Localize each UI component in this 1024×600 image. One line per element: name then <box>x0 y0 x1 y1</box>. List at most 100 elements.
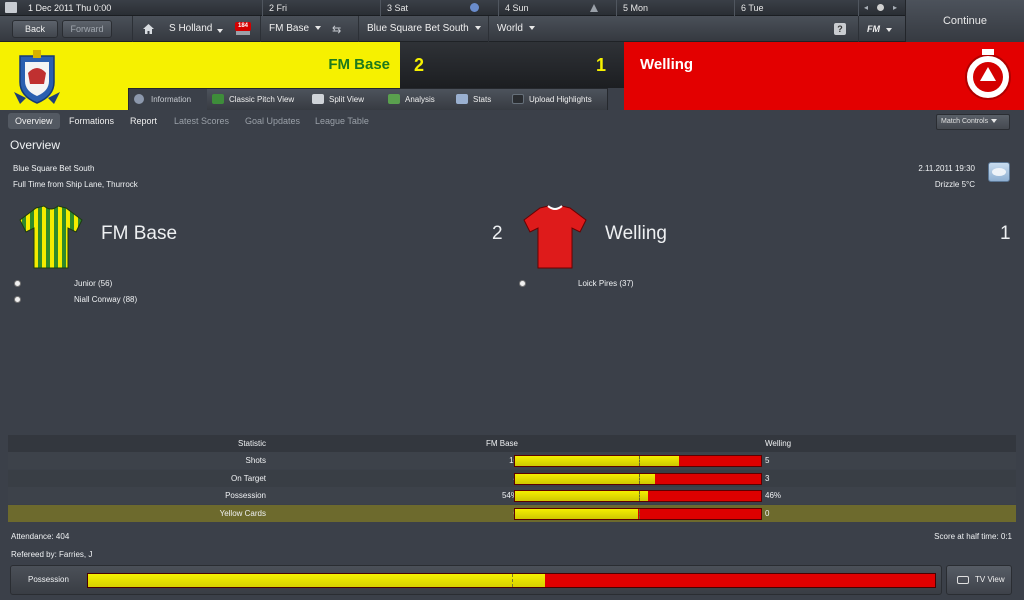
tab-goal-updates[interactable]: Goal Updates <box>238 113 307 129</box>
competition-label[interactable]: Blue Square Bet South <box>13 164 94 173</box>
match-controls-button[interactable]: Match Controls <box>936 114 1010 130</box>
overview-tabs: Overview Formations Report Latest Scores… <box>0 110 1024 132</box>
calendar-controls[interactable]: ◂ ▸ <box>858 0 905 16</box>
inbox-badge[interactable]: 184 <box>235 22 251 31</box>
back-button[interactable]: Back <box>12 20 58 38</box>
tab-report[interactable]: Report <box>123 113 164 129</box>
chevron-down-icon <box>474 26 481 31</box>
home-team-name[interactable]: FM Base <box>300 56 390 73</box>
tab-overview[interactable]: Overview <box>8 113 60 129</box>
referee-label[interactable]: Refereed by: Farries, J <box>11 550 92 559</box>
league-menu[interactable]: Blue Square Bet South <box>358 16 488 42</box>
prev-icon[interactable]: ◂ <box>864 3 868 12</box>
world-label[interactable]: World <box>497 23 523 34</box>
stat-bar-midline <box>639 491 640 501</box>
weather-icon <box>988 162 1010 182</box>
goal-ball-icon <box>14 296 21 303</box>
stat-away-value: 3 <box>765 474 770 483</box>
next-icon[interactable]: ▸ <box>893 3 897 12</box>
stats-header-label: Statistic <box>237 439 266 448</box>
away-team-name[interactable]: Welling <box>640 56 693 73</box>
stat-bar <box>514 508 762 520</box>
match-controls-label: Match Controls <box>941 118 989 125</box>
stat-label: Yellow Cards <box>219 509 266 518</box>
today-icon[interactable] <box>877 4 884 11</box>
home-scorer[interactable]: Niall Conway (88) <box>74 295 137 304</box>
tab-analysis[interactable]: Analysis <box>383 89 451 110</box>
tv-view-button[interactable]: TV View <box>946 565 1012 595</box>
away-team-title[interactable]: Welling <box>605 223 667 245</box>
calendar-day[interactable]: 4 Sun <box>498 0 616 16</box>
tab-label: Classic Pitch View <box>229 95 295 104</box>
away-crest-icon <box>964 47 1012 105</box>
club-name[interactable]: FM Base <box>269 23 309 34</box>
world-menu[interactable]: World <box>488 16 542 42</box>
stat-bar-home-fill <box>515 474 656 484</box>
swap-icon[interactable]: ⇆ <box>332 23 341 36</box>
home-team-title[interactable]: FM Base <box>101 223 177 245</box>
chevron-down-icon <box>886 27 892 32</box>
chevron-down-icon[interactable] <box>211 25 223 37</box>
score-panel <box>400 42 624 88</box>
camera-icon <box>512 94 524 104</box>
stats-header-home: FM Base <box>485 439 518 448</box>
table-row: On Target 4 3 <box>8 470 1016 487</box>
stats-header-row: Statistic FM Base Welling <box>8 435 1016 452</box>
match-datetime: 2.11.2011 19:30 <box>918 164 975 173</box>
manager-name[interactable]: S Holland <box>169 16 212 42</box>
stats-header-away: Welling <box>765 439 792 448</box>
stat-away-value: 0 <box>765 509 770 518</box>
calendar-day[interactable]: 5 Mon <box>616 0 734 16</box>
chevron-down-icon <box>991 119 998 124</box>
stat-bar-home-fill <box>515 456 680 466</box>
possession-midline <box>512 574 513 587</box>
tab-league-table[interactable]: League Table <box>308 113 376 129</box>
tv-icon <box>957 576 969 584</box>
chevron-down-icon <box>315 26 322 31</box>
tab-label: Information <box>151 95 192 104</box>
chevron-down-icon <box>528 26 535 31</box>
possession-home-fill <box>88 574 546 587</box>
home-icon[interactable] <box>143 24 154 34</box>
stat-bar-home-fill <box>515 509 638 519</box>
fm-menu[interactable]: FM <box>858 16 905 42</box>
tab-formations[interactable]: Formations <box>62 113 121 129</box>
venue-label: Full Time from Ship Lane, Thurrock <box>13 180 138 189</box>
possession-bar <box>87 573 936 588</box>
stats-icon <box>456 94 468 104</box>
calendar-day[interactable]: 6 Tue <box>734 0 852 16</box>
attendance-label: Attendance: 404 <box>11 532 70 541</box>
home-scorer[interactable]: Junior (56) <box>74 279 112 288</box>
home-team-score: 2 <box>492 223 503 244</box>
tab-stats[interactable]: Stats <box>451 89 507 110</box>
tab-upload-highlights[interactable]: Upload Highlights <box>507 89 607 110</box>
continue-button[interactable]: Continue <box>905 0 1024 42</box>
league-name[interactable]: Blue Square Bet South <box>367 23 469 34</box>
calendar-icon[interactable] <box>5 2 17 13</box>
forward-button[interactable]: Forward <box>62 20 112 38</box>
manager-menu[interactable]: S Holland 184 <box>132 16 260 42</box>
stat-bar-midline <box>639 456 640 466</box>
calendar-day[interactable]: 2 Fri <box>262 0 380 16</box>
tab-split-view[interactable]: Split View <box>307 89 383 110</box>
table-row: Possession 54% 46% <box>8 487 1016 504</box>
help-icon[interactable]: ? <box>834 23 846 35</box>
tab-classic-pitch-view[interactable]: Classic Pitch View <box>207 89 307 110</box>
away-kit-icon <box>522 204 588 270</box>
tab-label: Stats <box>473 95 492 104</box>
tab-information[interactable]: Information <box>129 89 207 110</box>
club-menu[interactable]: FM Base <box>260 16 358 42</box>
table-row[interactable]: Yellow Cards 0 0 <box>8 505 1016 522</box>
calendar-day[interactable]: 3 Sat <box>380 0 498 16</box>
away-scorer[interactable]: Loick Pires (37) <box>578 279 634 288</box>
match-view-tabs: Information Classic Pitch View Split Vie… <box>128 88 608 110</box>
inbox-icon[interactable] <box>236 31 250 35</box>
current-date: 1 Dec 2011 Thu 0:00 <box>28 3 112 13</box>
pitch-icon <box>212 94 224 104</box>
fm-menu-label[interactable]: FM <box>867 24 880 34</box>
overview-title: Overview <box>10 138 61 152</box>
stat-bar <box>514 490 762 502</box>
tab-latest-scores[interactable]: Latest Scores <box>167 113 236 129</box>
tab-label: Split View <box>329 95 364 104</box>
split-icon <box>312 94 324 104</box>
